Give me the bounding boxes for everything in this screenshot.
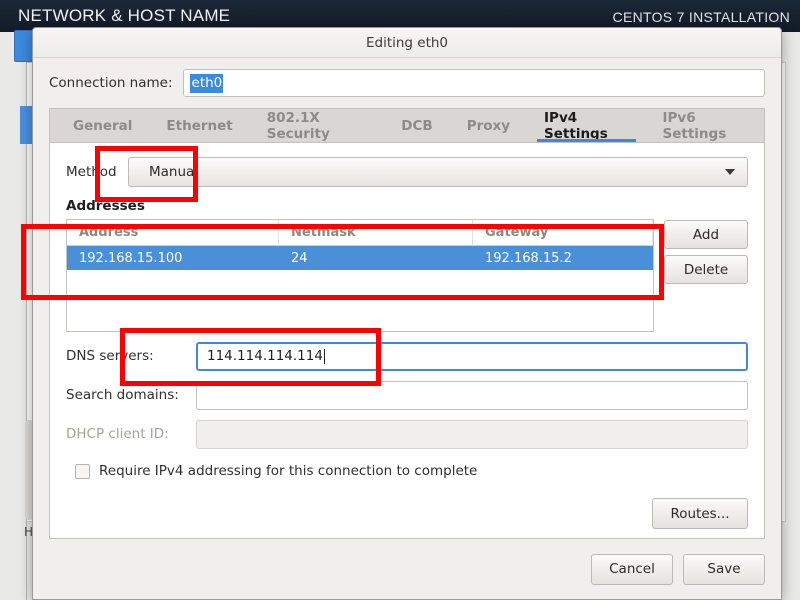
table-row[interactable]: 192.168.15.100 24 192.168.15.2 (67, 246, 653, 270)
addresses-table-header: Address Netmask Gateway (67, 220, 653, 246)
dhcp-client-id-label: DHCP client ID: (66, 426, 169, 442)
tab-dcb[interactable]: DCB (384, 109, 449, 142)
method-row: Method Manual (66, 157, 748, 187)
tab-ethernet[interactable]: Ethernet (149, 109, 249, 142)
search-domains-row: Search domains: (66, 380, 748, 410)
addresses-table[interactable]: Address Netmask Gateway 192.168.15.100 2… (66, 219, 654, 332)
editing-connection-dialog: Editing eth0 Connection name: eth0 Gener… (32, 27, 782, 600)
connection-name-value: eth0 (189, 73, 224, 93)
tab-ipv4-settings[interactable]: IPv4 Settings (527, 109, 645, 142)
method-dropdown[interactable]: Manual (128, 157, 748, 187)
cell-address: 192.168.15.100 (79, 250, 183, 266)
dhcp-client-id-row: DHCP client ID: (66, 419, 748, 449)
column-header-gateway: Gateway (473, 220, 653, 245)
dhcp-client-id-input (196, 419, 748, 449)
dialog-footer: Cancel Save (33, 539, 781, 599)
dns-servers-value: 114.114.114.114 (207, 348, 323, 364)
connection-name-label: Connection name: (49, 75, 173, 91)
dialog-titlebar: Editing eth0 (33, 28, 781, 58)
add-button[interactable]: Add (664, 220, 748, 249)
delete-button[interactable]: Delete (664, 255, 748, 284)
column-header-netmask: Netmask (279, 220, 473, 245)
save-button[interactable]: Save (683, 553, 765, 585)
ipv4-settings-page: Method Manual Addresses Address Netmask … (49, 142, 765, 539)
addresses-section-label: Addresses (66, 198, 145, 214)
tab-8021x-security[interactable]: 802.1X Security (250, 109, 385, 142)
method-value: Manual (149, 164, 199, 180)
settings-tabbar: General Ethernet 802.1X Security DCB Pro… (49, 108, 765, 142)
tab-general[interactable]: General (56, 109, 149, 142)
dialog-title: Editing eth0 (365, 34, 449, 51)
connection-name-row: Connection name: eth0 (49, 68, 765, 98)
routes-button[interactable]: Routes... (652, 498, 748, 529)
cell-gateway: 192.168.15.2 (485, 250, 572, 266)
require-ipv4-checkbox[interactable] (75, 463, 90, 479)
tab-ipv6-settings[interactable]: IPv6 Settings (646, 109, 764, 142)
dns-servers-label: DNS servers: (66, 348, 154, 364)
addresses-area: Address Netmask Gateway 192.168.15.100 2… (66, 219, 748, 332)
dns-servers-row: DNS servers: 114.114.114.114 (66, 341, 748, 371)
column-header-address: Address (67, 220, 279, 245)
installer-page-title: NETWORK & HOST NAME (18, 6, 231, 25)
installer-product-label: CENTOS 7 INSTALLATION (612, 9, 790, 25)
chevron-down-icon (725, 169, 735, 175)
routes-row: Routes... (66, 498, 748, 529)
dns-servers-input[interactable]: 114.114.114.114 (196, 341, 748, 371)
dialog-body: Connection name: eth0 General Ethernet 8… (33, 58, 781, 539)
cancel-button[interactable]: Cancel (591, 553, 673, 585)
require-ipv4-row[interactable]: Require IPv4 addressing for this connect… (66, 463, 748, 479)
connection-name-input[interactable]: eth0 (182, 69, 765, 97)
addresses-buttons: Add Delete (664, 219, 748, 332)
search-domains-label: Search domains: (66, 387, 179, 403)
method-label: Method (66, 164, 117, 180)
text-caret (323, 348, 325, 364)
require-ipv4-label: Require IPv4 addressing for this connect… (99, 463, 478, 479)
tab-proxy[interactable]: Proxy (450, 109, 527, 142)
search-domains-input[interactable] (196, 380, 748, 410)
cell-netmask: 24 (291, 250, 308, 266)
